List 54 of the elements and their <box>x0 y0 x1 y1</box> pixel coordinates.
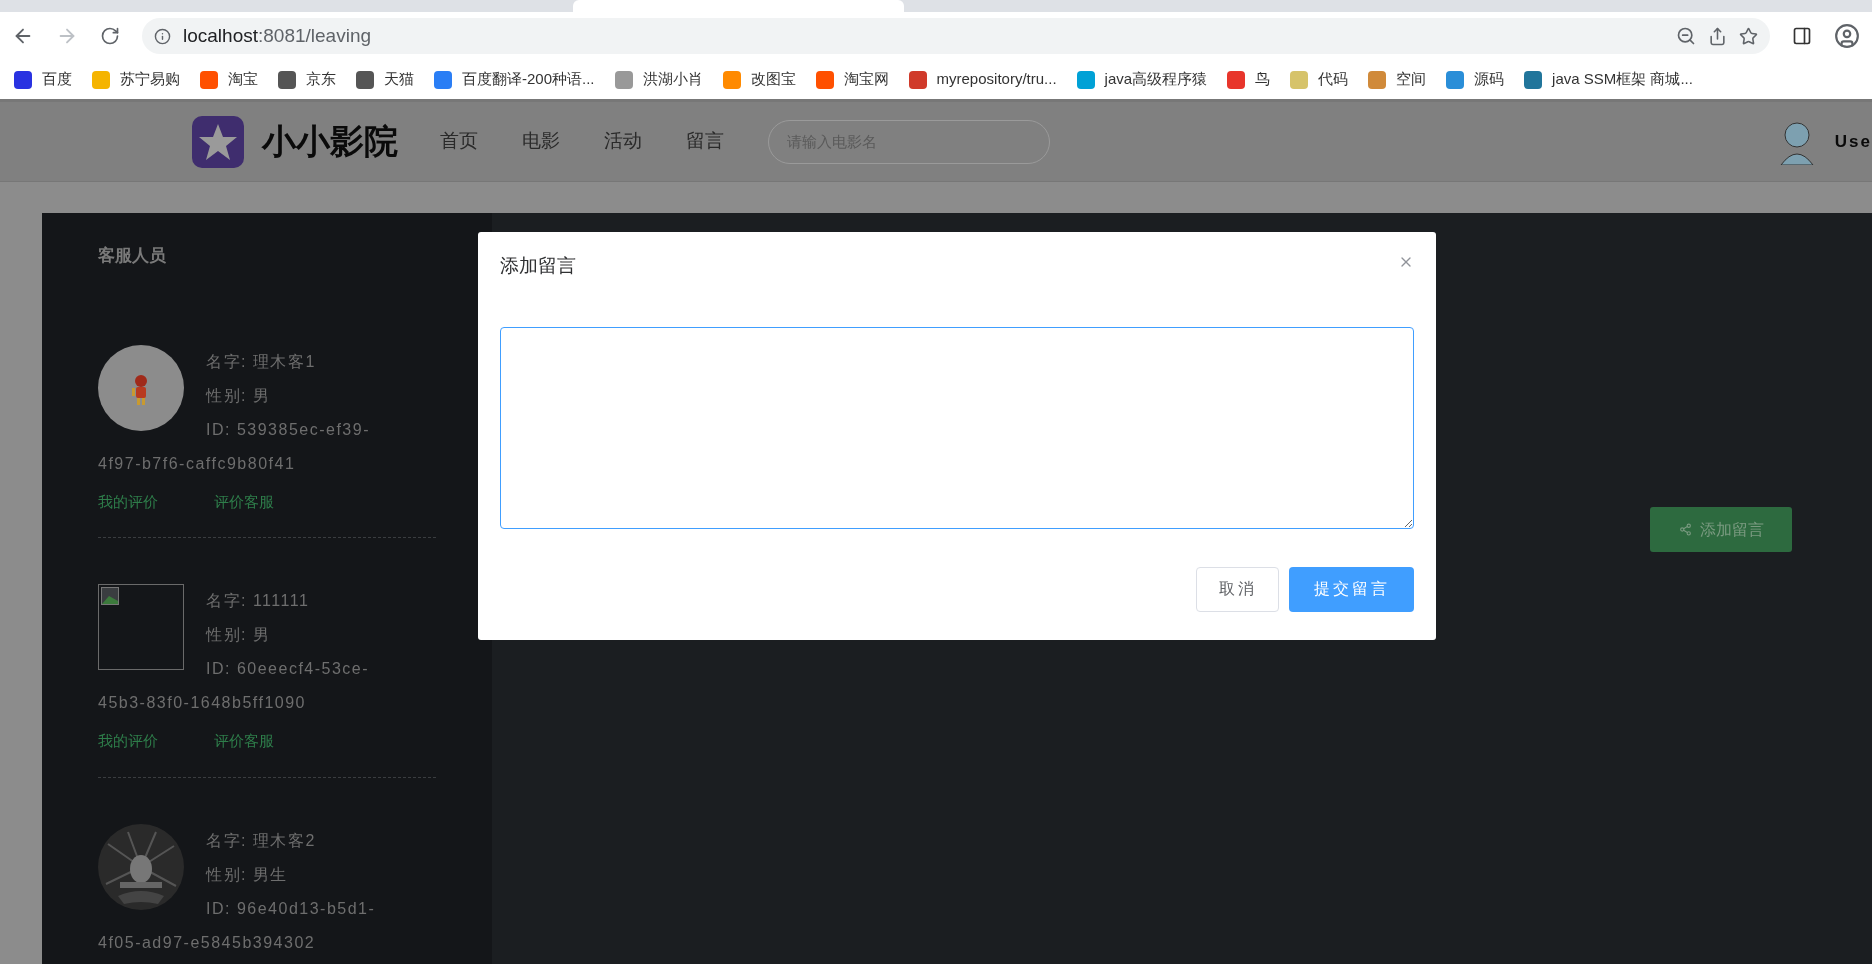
share-icon <box>1678 523 1692 536</box>
bookmark-link[interactable]: 代码 <box>1318 68 1349 91</box>
staff-name: 名字: 理木客2 <box>206 830 317 851</box>
staff-gender: 性别: 男 <box>206 385 272 406</box>
bookmark-link[interactable]: java SSM框架 商城... <box>1552 68 1693 91</box>
reload-icon[interactable] <box>100 26 120 46</box>
sidebar-title: 客服人员 <box>98 245 167 267</box>
bookmark-link[interactable]: java高级程序猿 <box>1104 68 1208 91</box>
bookmark-link[interactable]: 源码 <box>1474 68 1505 91</box>
staff-id: 4f05-ad97-e5845b394302 <box>98 932 317 953</box>
bookmark-link[interactable]: 鸟 <box>1255 68 1271 91</box>
nav-link[interactable]: 留言 <box>686 127 724 156</box>
side-panel-icon[interactable] <box>1792 26 1812 46</box>
bookmark-link[interactable]: 百度翻译-200种语... <box>462 68 595 91</box>
address-bar[interactable]: localhost:8081/leaving <box>142 18 1770 54</box>
nav-link[interactable]: 活动 <box>604 127 642 156</box>
bookmark-link[interactable]: 淘宝网 <box>843 68 889 91</box>
url-text: localhost:8081/leaving <box>183 23 372 48</box>
share-icon[interactable] <box>1708 26 1727 46</box>
staff-id: ID: 96e40d13-b5d1- <box>206 898 376 919</box>
bookmark-link[interactable]: 苏宁易购 <box>120 68 180 91</box>
bookmark-link[interactable]: 天猫 <box>384 68 414 91</box>
bookmark-link[interactable]: 百度 <box>42 68 72 91</box>
star-logo-icon <box>192 115 244 168</box>
bookmark-link[interactable]: 空间 <box>1396 68 1427 91</box>
bookmark-link[interactable]: 改图宝 <box>750 68 796 91</box>
staff-gender: 性别: 男生 <box>206 864 289 885</box>
dialog-title: 添加留言 <box>500 254 576 278</box>
bookmark-link[interactable]: 淘宝 <box>228 68 258 91</box>
staff-id: ID: 60eeecf4-53ce- <box>206 659 370 679</box>
nav-link[interactable]: 首页 <box>440 127 478 156</box>
profile-icon[interactable] <box>1834 23 1860 49</box>
staff-name: 名字: 111111 <box>206 591 311 611</box>
nav-link[interactable]: 电影 <box>522 127 560 156</box>
zoom-out-icon[interactable] <box>1676 26 1696 46</box>
info-icon[interactable] <box>154 27 171 45</box>
broken-image-icon <box>101 587 119 605</box>
message-input[interactable] <box>500 326 1414 529</box>
bookmark-link[interactable]: 京东 <box>306 68 336 91</box>
staff-id: 4f97-b7f6-caffc9b80f41 <box>98 453 297 474</box>
bookmark-link[interactable]: 洪湖小肖 <box>642 68 703 91</box>
staff-id: 45b3-83f0-1648b5ff1090 <box>98 693 307 713</box>
staff-gender: 性别: 男 <box>206 625 272 645</box>
staff-link[interactable]: 我的评价 <box>98 490 158 513</box>
bookmark-link[interactable]: myrepository/tru... <box>936 68 1057 91</box>
cancel-button[interactable]: 取消 <box>1196 566 1279 612</box>
staff-link[interactable]: 评价客服 <box>214 730 274 753</box>
staff-name: 名字: 理木客1 <box>206 351 317 372</box>
site-logo-text: 小小影院 <box>262 121 398 162</box>
user-name: Use <box>1834 130 1872 153</box>
staff-id: ID: 539385ec-ef39- <box>206 419 370 440</box>
star-icon[interactable] <box>1739 26 1758 46</box>
staff-link[interactable]: 我的评价 <box>98 730 158 753</box>
staff-link[interactable]: 评价客服 <box>214 490 274 513</box>
